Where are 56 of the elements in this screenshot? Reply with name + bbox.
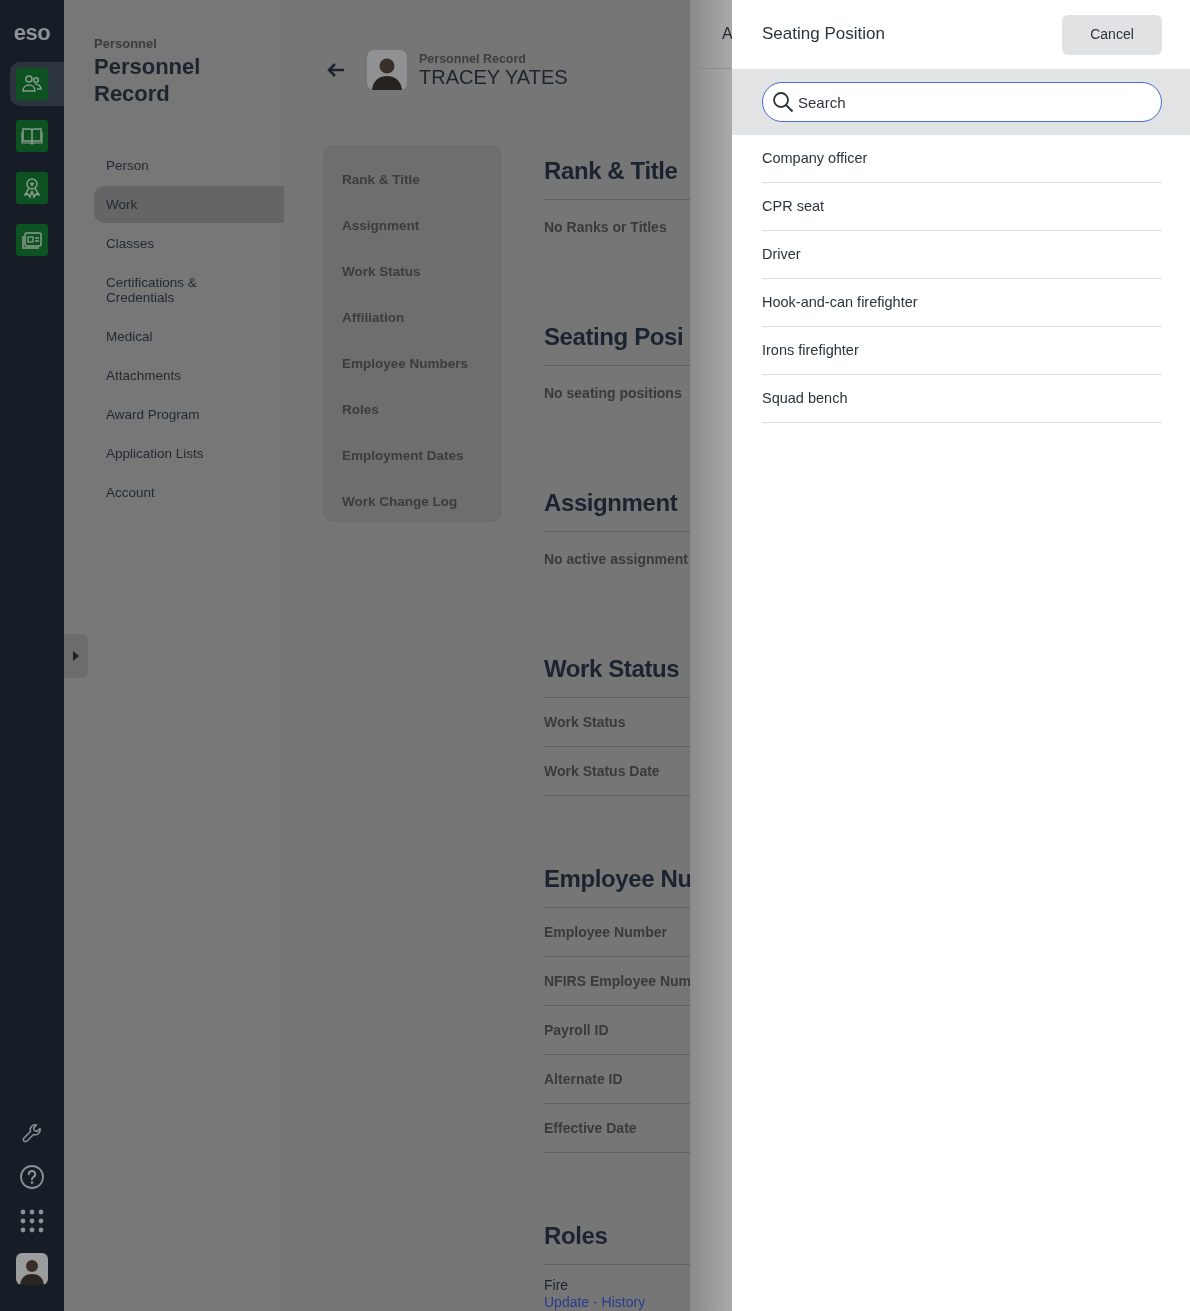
page-title: Personnel Record (94, 53, 202, 107)
back-arrow-icon[interactable] (327, 63, 345, 77)
breadcrumb: Personnel (94, 37, 158, 51)
nav-tile[interactable] (16, 68, 48, 100)
nav-item[interactable]: Person (94, 147, 284, 184)
record-subtitle: Personnel Record (419, 52, 527, 66)
logo: eso (13, 20, 51, 46)
apps-grid-icon[interactable] (20, 1209, 44, 1233)
drawer-title: Seating Position (762, 24, 885, 45)
empty-note: No seating positions (544, 383, 682, 403)
nav-item[interactable]: Work (94, 186, 284, 223)
nav-item[interactable]: Application Lists (94, 435, 284, 472)
option-item[interactable]: CPR seat (762, 183, 1162, 231)
nav-item[interactable]: Account (94, 474, 284, 511)
field-label: Alternate ID (544, 1069, 623, 1089)
avatar-icon[interactable] (16, 1253, 48, 1285)
people-icon (21, 73, 43, 95)
caret-icon (73, 651, 79, 661)
cancel-button[interactable]: Cancel (1062, 14, 1162, 55)
nav-tile[interactable] (16, 172, 48, 204)
empty-note: No active assignment (544, 549, 688, 569)
book-icon (21, 125, 43, 147)
field-label: NFIRS Employee Num (544, 971, 690, 991)
field-label: Work Status (544, 712, 626, 732)
text-link[interactable]: Update (544, 1294, 590, 1310)
help-icon[interactable] (20, 1165, 44, 1189)
nav-tile[interactable] (16, 224, 48, 256)
card-icon (21, 229, 43, 251)
nav-item[interactable]: Classes (94, 225, 284, 262)
avatar-icon (367, 50, 407, 90)
option-item[interactable]: Irons firefighter (762, 327, 1162, 375)
panel-title: A (722, 25, 732, 42)
empty-note: No Ranks or Titles (544, 217, 667, 237)
nav-item[interactable]: Attachments (94, 357, 284, 394)
text-link[interactable]: History (601, 1294, 646, 1310)
option-item[interactable]: Squad bench (762, 375, 1162, 423)
collapse-tab[interactable] (64, 634, 88, 678)
field-label: Work Status Date (544, 761, 660, 781)
link-separator: - (593, 1294, 598, 1310)
field-label: Employee Number (544, 922, 667, 942)
nav-item[interactable]: Award Program (94, 396, 284, 433)
field-label: Payroll ID (544, 1020, 609, 1040)
nav-tile[interactable] (16, 120, 48, 152)
person-name: TRACEY YATES (419, 65, 568, 88)
option-item[interactable]: Driver (762, 231, 1162, 279)
search-icon (772, 91, 794, 113)
role-value: Fire (544, 1277, 570, 1294)
option-item[interactable]: Hook-and-can firefighter (762, 279, 1162, 327)
nav-button[interactable] (10, 62, 64, 106)
option-item[interactable]: Company officer (762, 135, 1162, 183)
nav-item[interactable]: Certifications & Credentials (94, 264, 284, 316)
settings-icon[interactable] (21, 1123, 43, 1145)
search-field[interactable]: Search (762, 82, 1162, 122)
nav-item[interactable]: Medical (94, 318, 284, 355)
field-label: Effective Date (544, 1118, 637, 1138)
award-icon (21, 177, 43, 199)
